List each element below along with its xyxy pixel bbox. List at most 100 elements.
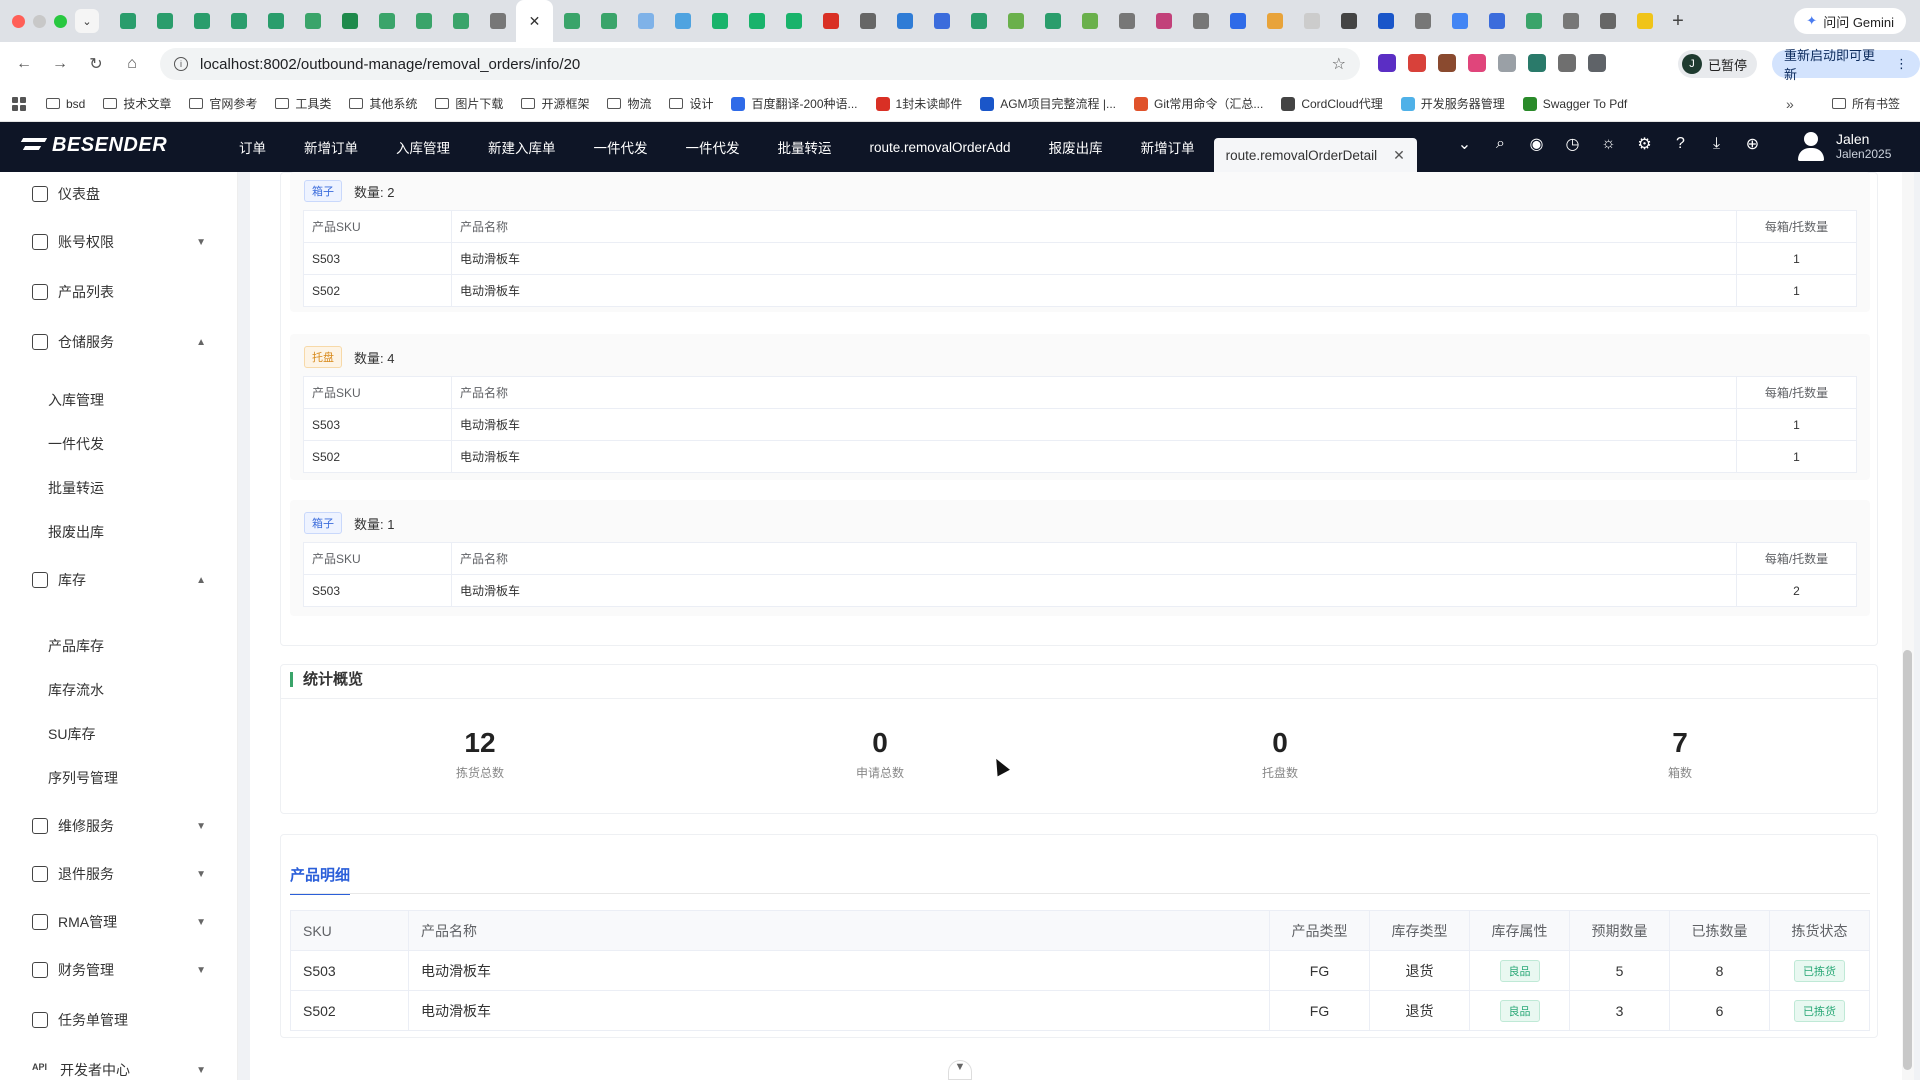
extension-diamond-icon[interactable] — [1378, 54, 1396, 72]
bookmark-item[interactable]: 开发服务器管理 — [1400, 95, 1505, 112]
browser-tab[interactable] — [146, 0, 183, 42]
sidebar-sub-transfer[interactable]: 批量转运 — [0, 468, 238, 508]
browser-tab[interactable] — [294, 0, 331, 42]
profile-paused-button[interactable]: J 已暂停 — [1678, 50, 1758, 78]
sidebar-item-warehouse-services[interactable]: 仓储服务 ▲ — [0, 320, 238, 364]
browser-tab[interactable] — [257, 0, 294, 42]
bookmark-item[interactable]: 百度翻译-200种语... — [731, 95, 858, 112]
browser-tab[interactable] — [775, 0, 812, 42]
home-icon[interactable]: ⌂ — [114, 55, 150, 73]
bookmark-item[interactable]: 工具类 — [275, 95, 331, 112]
browser-tab[interactable] — [590, 0, 627, 42]
browser-tab[interactable] — [1478, 0, 1515, 42]
sidebar-item-account-permissions[interactable]: 账号权限 ▼ — [0, 220, 238, 264]
more-vertical-icon[interactable]: ⋮ — [1895, 56, 1908, 72]
browser-tab[interactable] — [368, 0, 405, 42]
extension-vue-icon[interactable] — [1528, 54, 1546, 72]
extension-translate-icon[interactable] — [1468, 54, 1486, 72]
browser-tab[interactable] — [738, 0, 775, 42]
bookmark-item[interactable]: 技术文章 — [103, 95, 171, 112]
bookmark-item[interactable]: 图片下载 — [435, 95, 503, 112]
clock-icon[interactable]: ◷ — [1564, 135, 1581, 153]
bookmark-item[interactable]: 开源框架 — [521, 95, 589, 112]
gear-icon[interactable]: ⚙ — [1636, 135, 1653, 153]
browser-tab[interactable] — [1515, 0, 1552, 42]
browser-tab[interactable] — [960, 0, 997, 42]
browser-tab[interactable] — [1182, 0, 1219, 42]
browser-tab[interactable] — [1589, 0, 1626, 42]
sun-icon[interactable]: ☼ — [1600, 135, 1617, 152]
bookmark-item[interactable]: AGM项目完整流程 |... — [980, 95, 1116, 112]
sidebar-sub-serial[interactable]: 序列号管理 — [0, 758, 238, 798]
extension-record-icon[interactable] — [1408, 54, 1426, 72]
new-tab-plus-icon[interactable]: + — [1663, 10, 1693, 33]
browser-tab[interactable] — [627, 0, 664, 42]
download-icon[interactable]: ⤓ — [1708, 135, 1725, 152]
more-bookmarks-icon[interactable]: » — [1786, 96, 1794, 112]
sidebar-item-tasks[interactable]: 任务单管理 — [0, 998, 238, 1042]
scrollbar-thumb[interactable] — [1903, 650, 1912, 1070]
all-bookmarks-folder[interactable]: 所有书签 — [1832, 95, 1900, 112]
bookmark-item[interactable]: bsd — [46, 97, 85, 111]
user-menu[interactable]: Jalen Jalen2025 — [1796, 129, 1891, 163]
browser-tab[interactable] — [923, 0, 960, 42]
browser-tab[interactable] — [664, 0, 701, 42]
sidebar-item-inventory[interactable]: 库存 ▲ — [0, 558, 238, 602]
sidebar-sub-dropship[interactable]: 一件代发 — [0, 424, 238, 464]
sidebar-item-developer[interactable]: API 开发者中心 ▼ — [0, 1048, 238, 1080]
browser-tab[interactable] — [1034, 0, 1071, 42]
back-arrow-icon[interactable]: ← — [6, 55, 42, 73]
bookmark-item[interactable]: Git常用命令（汇总... — [1134, 95, 1263, 112]
sidebar-sub-su-stock[interactable]: SU库存 — [0, 714, 238, 754]
browser-tab[interactable] — [109, 0, 146, 42]
tab-product-detail[interactable]: 产品明细 — [290, 864, 351, 895]
page-tab[interactable]: 入库管理 — [377, 122, 469, 172]
address-bar[interactable]: i localhost:8002/outbound-manage/removal… — [160, 48, 1360, 80]
page-tab[interactable]: 新增订单 — [285, 122, 377, 172]
sidebar-sub-scrap[interactable]: 报废出库 — [0, 512, 238, 552]
sidebar-item-dashboard[interactable]: 仪表盘 — [0, 172, 238, 216]
browser-tab[interactable] — [1219, 0, 1256, 42]
close-window-button[interactable] — [12, 14, 25, 28]
browser-tab[interactable] — [849, 0, 886, 42]
extensions-puzzle-icon[interactable] — [1588, 54, 1606, 72]
bookmark-star-icon[interactable]: ☆ — [1332, 54, 1346, 74]
scroll-down-icon[interactable]: ▼ — [948, 1060, 972, 1080]
sidebar-sub-stock-flow[interactable]: 库存流水 — [0, 670, 238, 710]
close-tab-icon[interactable]: ✕ — [1393, 147, 1405, 164]
page-tab[interactable]: 新增订单 — [1122, 122, 1214, 172]
url-text[interactable]: localhost:8002/outbound-manage/removal_o… — [200, 56, 580, 73]
site-info-icon[interactable]: i — [174, 57, 188, 71]
browser-tab[interactable] — [997, 0, 1034, 42]
page-tab[interactable]: 一件代发 — [667, 122, 759, 172]
browser-tab[interactable] — [1552, 0, 1589, 42]
relaunch-update-button[interactable]: 重新启动即可更新 ⋮ — [1772, 48, 1920, 82]
bookmark-item[interactable]: 其他系统 — [349, 95, 417, 112]
extension-tool-icon[interactable] — [1438, 54, 1456, 72]
extension-screenshot-icon[interactable] — [1498, 54, 1516, 72]
brand-logo[interactable]: BESENDER — [22, 134, 167, 157]
page-tab[interactable]: 新建入库单 — [469, 122, 575, 172]
page-tab[interactable]: 订单 — [220, 122, 285, 172]
minimize-window-button[interactable] — [33, 14, 46, 28]
tab-search-chevron-icon[interactable]: ⌄ — [75, 9, 99, 33]
browser-tab[interactable] — [1330, 0, 1367, 42]
browser-tab[interactable] — [1071, 0, 1108, 42]
help-icon[interactable]: ? — [1672, 135, 1689, 152]
browser-tab[interactable] — [1367, 0, 1404, 42]
browser-tab[interactable] — [812, 0, 849, 42]
page-tab[interactable]: 报废出库 — [1030, 122, 1122, 172]
browser-tab-active[interactable]: ✕ — [516, 0, 553, 42]
browser-tab[interactable] — [183, 0, 220, 42]
browser-tab[interactable] — [1145, 0, 1182, 42]
ask-gemini-button[interactable]: ✦ 问问 Gemini — [1794, 8, 1906, 34]
maximize-window-button[interactable] — [54, 14, 67, 28]
bookmark-item[interactable]: 官网参考 — [189, 95, 257, 112]
browser-tab[interactable] — [1626, 0, 1663, 42]
bookmark-item[interactable]: 1封未读邮件 — [875, 95, 962, 112]
browser-tab[interactable] — [1404, 0, 1441, 42]
browser-tab[interactable] — [405, 0, 442, 42]
bookmark-item[interactable]: 物流 — [607, 95, 651, 112]
sidebar-item-finance[interactable]: 财务管理 ▼ — [0, 948, 238, 992]
sidebar-item-rma[interactable]: RMA管理 ▼ — [0, 900, 238, 944]
